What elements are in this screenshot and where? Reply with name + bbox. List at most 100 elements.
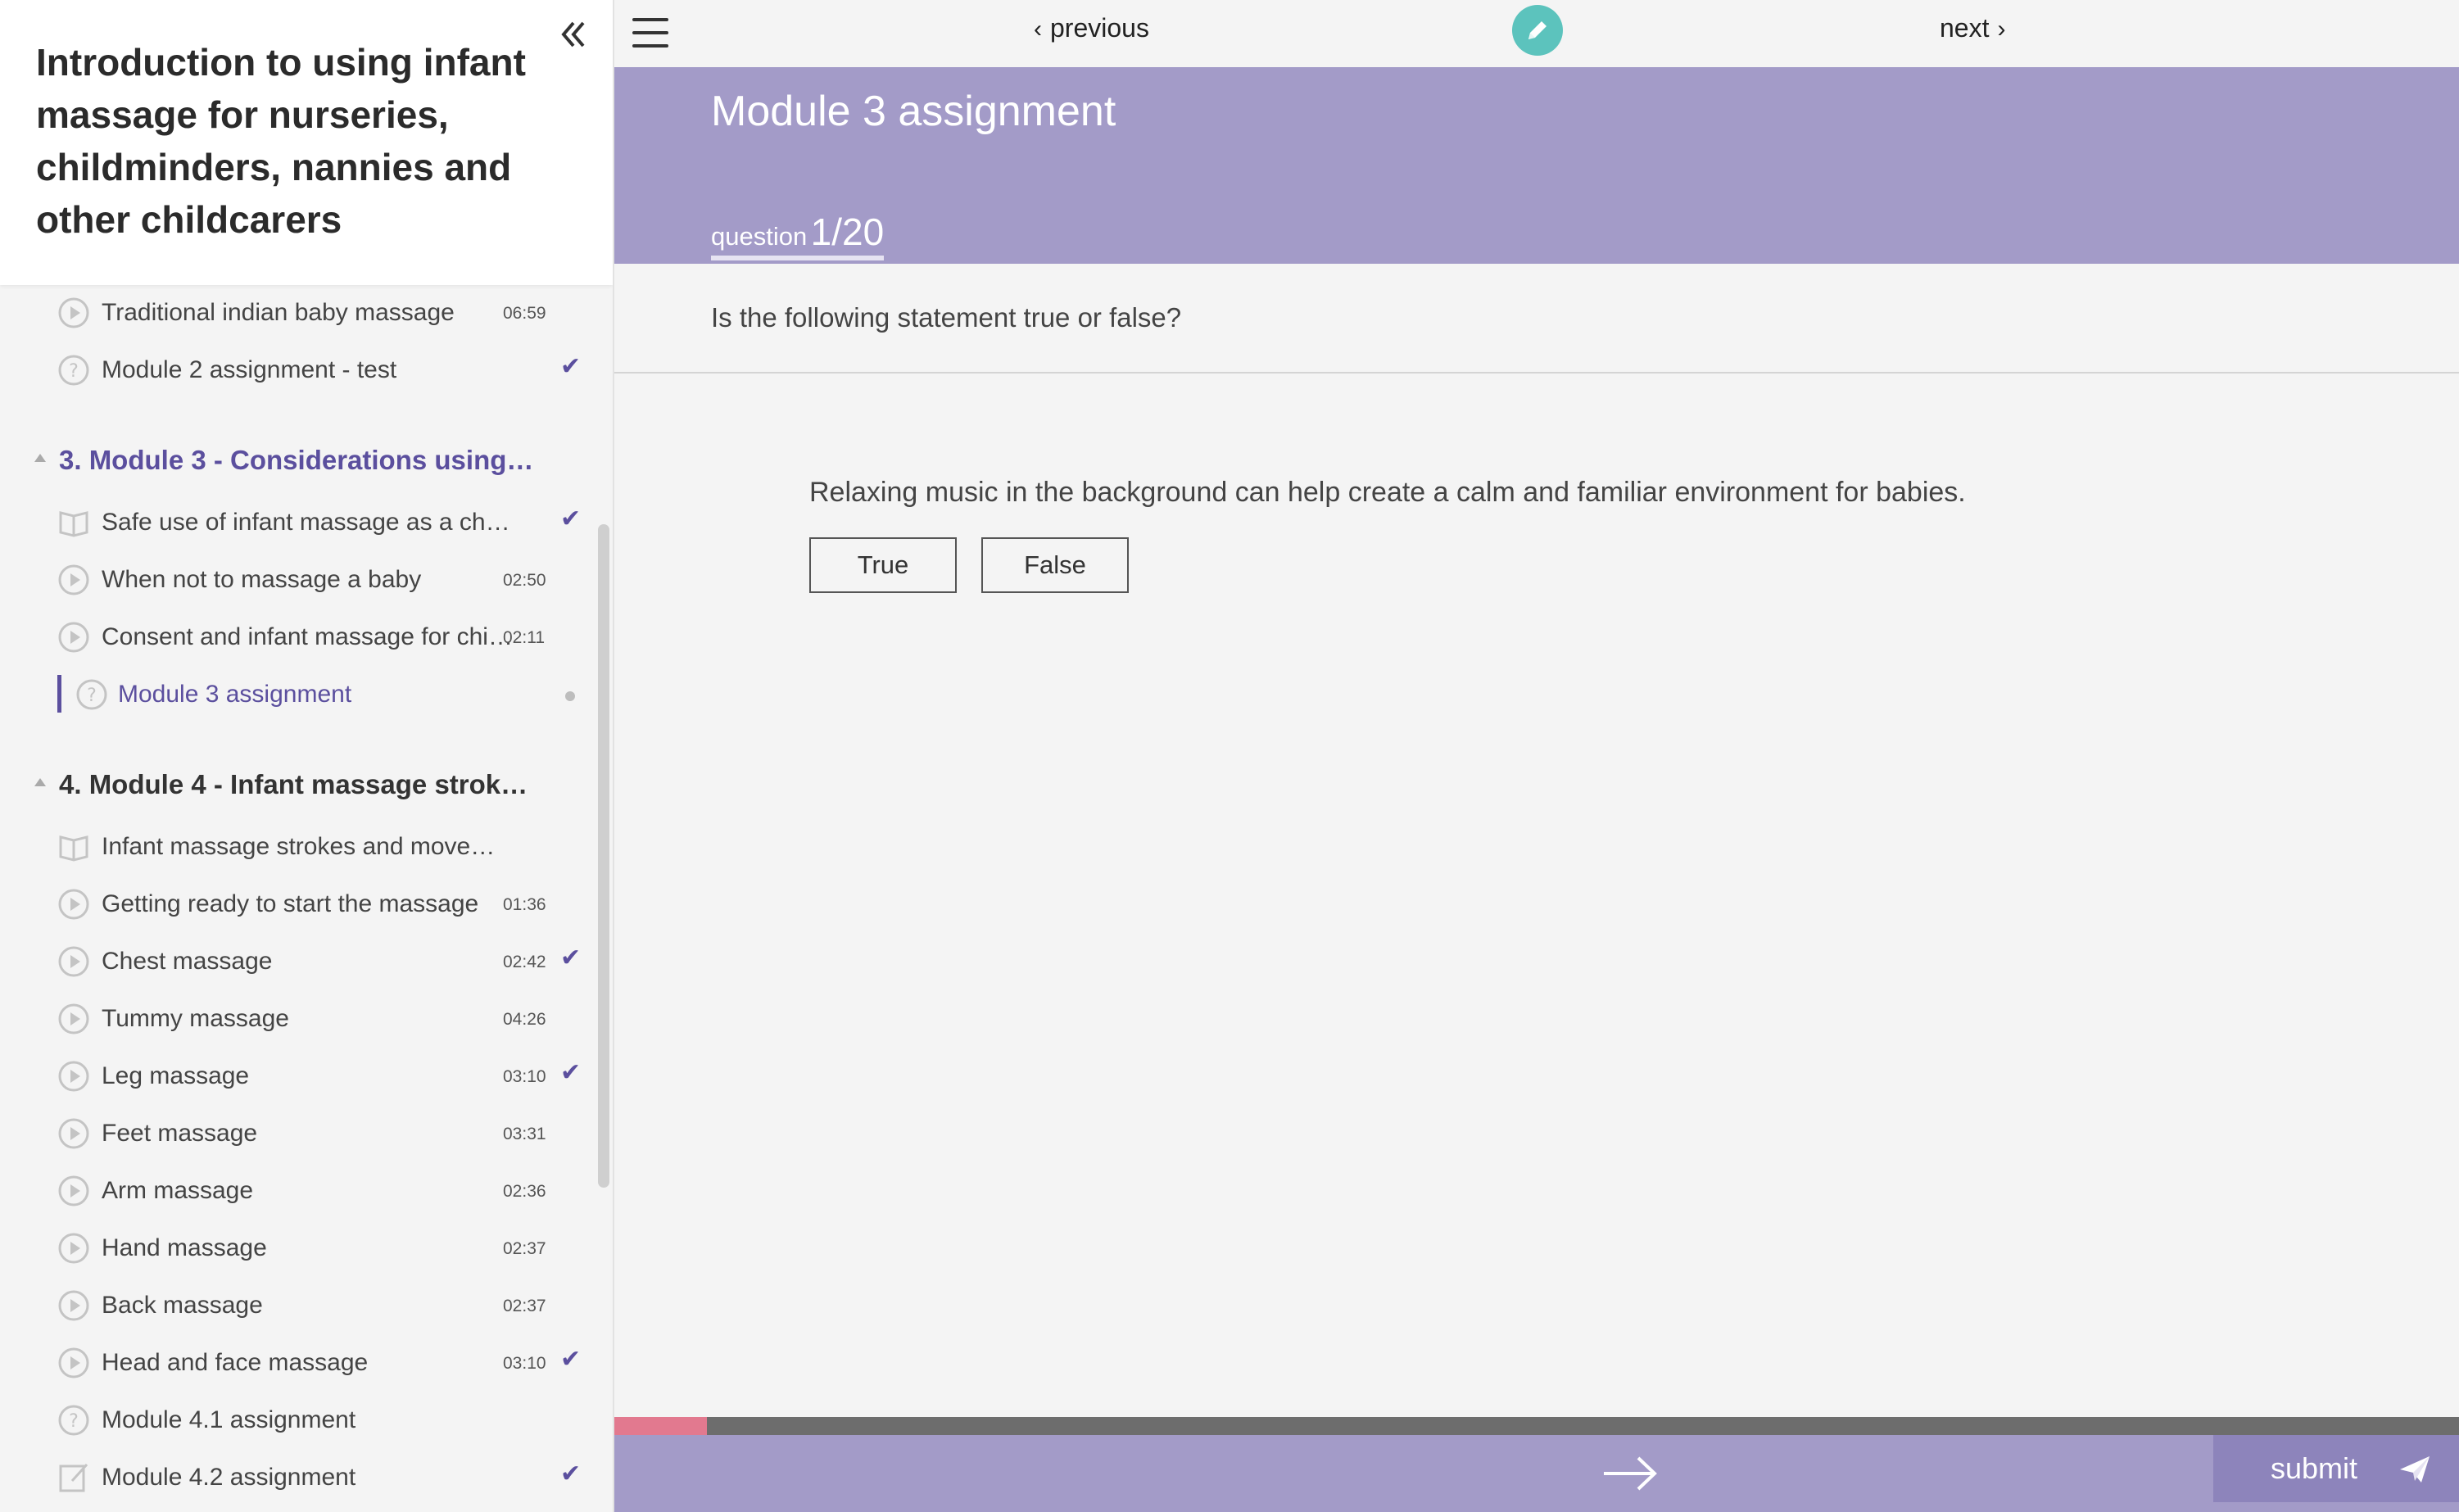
- submit-button[interactable]: submit: [2213, 1435, 2459, 1502]
- lesson-item[interactable]: Safe use of infant massage as a ch… ✔: [0, 498, 590, 547]
- section-title: 4. Module 4 - Infant massage strok…: [59, 769, 528, 799]
- pencil-icon: [1528, 21, 1546, 39]
- lesson-item[interactable]: When not to massage a baby 02:50: [0, 555, 590, 604]
- lesson-label: Hand massage: [102, 1234, 267, 1261]
- next-button[interactable]: next ›: [1940, 10, 2013, 46]
- play-circle-icon: [57, 1347, 90, 1379]
- lesson-item[interactable]: ? Module 4.1 assignment: [0, 1396, 590, 1445]
- lesson-item[interactable]: Consent and infant massage for chi… 02:1…: [0, 613, 590, 662]
- collapse-sidebar-button[interactable]: [550, 11, 596, 57]
- section-header-module-3[interactable]: 3. Module 3 - Considerations using…: [0, 436, 590, 485]
- sidebar-scrollbar[interactable]: [598, 524, 609, 1188]
- section-header-module-4[interactable]: 4. Module 4 - Infant massage strok…: [0, 760, 590, 809]
- completed-check-icon: ✔: [560, 505, 582, 532]
- play-circle-icon: [57, 1003, 90, 1035]
- svg-text:?: ?: [69, 1411, 79, 1432]
- lesson-item[interactable]: Hand massage 02:37: [0, 1224, 590, 1273]
- arrow-right-icon: [1604, 1456, 1657, 1491]
- lesson-item[interactable]: ? Module 2 assignment - test ✔: [0, 346, 590, 395]
- play-circle-icon: [57, 297, 90, 329]
- assignment-title: Module 3 assignment: [711, 88, 1116, 135]
- lesson-duration: 01:36: [503, 895, 546, 914]
- svg-text:?: ?: [69, 361, 79, 382]
- play-circle-icon: [57, 1117, 90, 1150]
- top-navigation: ‹ previous next ›: [614, 0, 2459, 67]
- book-icon: [57, 831, 90, 863]
- next-question-button[interactable]: [1597, 1450, 1663, 1497]
- lesson-item[interactable]: Module 4.2 assignment ✔: [0, 1453, 590, 1502]
- triangle-up-icon: [34, 454, 46, 462]
- lesson-label: Feet massage: [102, 1120, 258, 1147]
- svg-text:?: ?: [87, 686, 97, 706]
- lesson-label: Chest massage: [102, 948, 273, 975]
- lesson-label: Leg massage: [102, 1062, 250, 1089]
- play-circle-icon: [57, 1175, 90, 1207]
- lesson-item[interactable]: Leg massage 03:10 ✔: [0, 1052, 590, 1101]
- course-sidebar: Introduction to using infant massage for…: [0, 0, 614, 1512]
- active-indicator: [57, 675, 61, 713]
- lesson-label: Traditional indian baby massage: [102, 299, 455, 326]
- question-circle-icon: ?: [57, 1404, 90, 1437]
- next-label: next: [1940, 13, 1990, 43]
- lesson-item-active[interactable]: ? Module 3 assignment: [0, 670, 590, 719]
- lesson-label: Tummy massage: [102, 1005, 289, 1032]
- previous-button[interactable]: ‹ previous: [1026, 10, 1149, 46]
- lesson-item[interactable]: Traditional indian baby massage 06:59: [0, 288, 590, 337]
- notes-button[interactable]: [1512, 5, 1563, 56]
- lesson-item[interactable]: Feet massage 03:31: [0, 1109, 590, 1158]
- lesson-item[interactable]: Getting ready to start the massage 01:36: [0, 880, 590, 929]
- triangle-up-icon: [34, 778, 46, 786]
- lesson-label: Consent and infant massage for chi…: [102, 623, 513, 650]
- lesson-label: Safe use of infant massage as a ch…: [102, 509, 510, 536]
- lesson-item[interactable]: Tummy massage 04:26: [0, 994, 590, 1043]
- play-circle-icon: [57, 1060, 90, 1093]
- completed-check-icon: ✔: [560, 944, 582, 971]
- play-circle-icon: [57, 1289, 90, 1322]
- book-icon: [57, 506, 90, 539]
- double-chevron-left-icon: [561, 21, 585, 48]
- lesson-label: Module 2 assignment - test: [102, 356, 397, 383]
- play-circle-icon: [57, 621, 90, 654]
- true-answer-button[interactable]: True: [809, 537, 957, 593]
- lesson-label: Module 3 assignment: [118, 681, 352, 708]
- question-word: question: [711, 222, 808, 251]
- menu-hamburger-icon[interactable]: [631, 13, 670, 52]
- question-number: 1/20: [810, 211, 885, 253]
- lesson-label: Module 4.1 assignment: [102, 1406, 356, 1433]
- completed-check-icon: ✔: [560, 1460, 582, 1487]
- question-counter: question 1/20: [711, 210, 885, 260]
- play-circle-icon: [57, 888, 90, 921]
- play-circle-icon: [57, 1232, 90, 1265]
- lesson-item[interactable]: Infant massage strokes and move…: [0, 822, 590, 871]
- lesson-duration: 02:36: [503, 1182, 546, 1201]
- lesson-item[interactable]: Back massage 02:37: [0, 1281, 590, 1330]
- lesson-item[interactable]: Chest massage 02:42 ✔: [0, 937, 590, 986]
- lesson-duration: 03:10: [503, 1354, 546, 1373]
- lesson-duration: 03:10: [503, 1067, 546, 1086]
- lesson-item[interactable]: Arm massage 02:36: [0, 1166, 590, 1215]
- lesson-label: Module 4.2 assignment: [102, 1464, 356, 1491]
- question-statement: Relaxing music in the background can hel…: [809, 477, 1966, 508]
- false-answer-button[interactable]: False: [981, 537, 1129, 593]
- divider: [614, 372, 2459, 373]
- course-title: Introduction to using infant massage for…: [36, 41, 526, 241]
- lesson-label: When not to massage a baby: [102, 566, 422, 593]
- progress-fill: [614, 1417, 707, 1435]
- completed-check-icon: ✔: [560, 353, 582, 380]
- question-prompt: Is the following statement true or false…: [711, 302, 1182, 333]
- lesson-label: Back massage: [102, 1292, 263, 1319]
- chevron-right-icon: ›: [1997, 16, 2006, 43]
- lesson-duration: 04:26: [503, 1010, 546, 1029]
- submit-label: submit: [2271, 1451, 2358, 1485]
- question-circle-icon: ?: [57, 354, 90, 387]
- section-title: 3. Module 3 - Considerations using…: [59, 445, 534, 475]
- edit-note-icon: [57, 1461, 90, 1494]
- lesson-label: Getting ready to start the massage: [102, 890, 479, 917]
- chevron-left-icon: ‹: [1034, 16, 1042, 43]
- lesson-label: Infant massage strokes and move…: [102, 833, 496, 860]
- lesson-label: Arm massage: [102, 1177, 254, 1204]
- play-circle-icon: [57, 945, 90, 978]
- assignment-banner: Module 3 assignment question 1/20: [614, 67, 2459, 264]
- lesson-item[interactable]: Head and face massage 03:10 ✔: [0, 1338, 590, 1388]
- bottom-bar: submit: [614, 1435, 2459, 1512]
